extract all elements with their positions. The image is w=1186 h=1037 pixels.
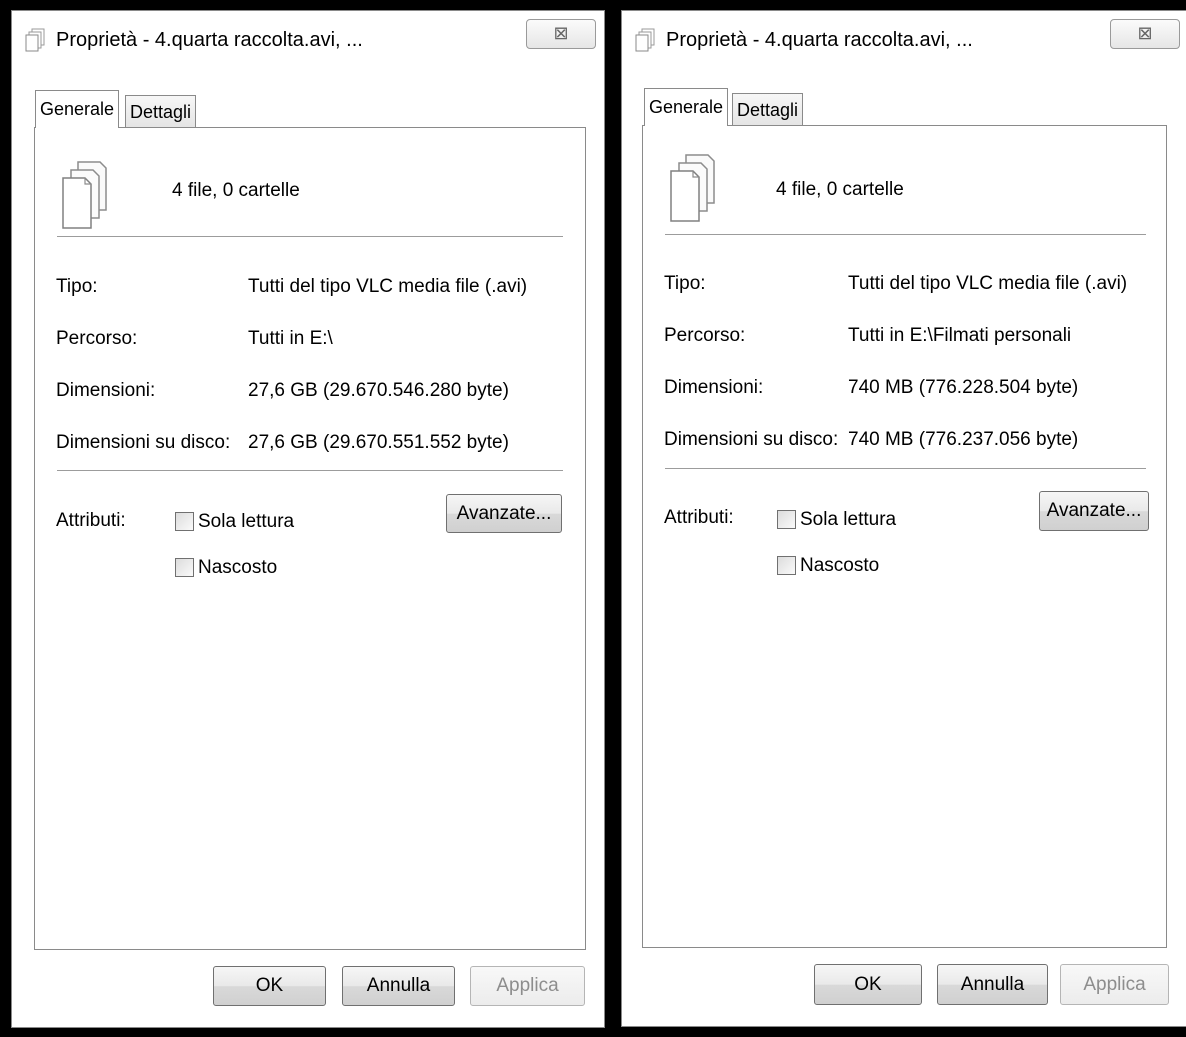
readonly-label[interactable]: Sola lettura	[800, 509, 896, 531]
readonly-checkbox[interactable]	[777, 510, 796, 529]
ok-button[interactable]: OK	[814, 964, 922, 1005]
apply-button[interactable]: Applica	[470, 966, 585, 1006]
multiple-files-icon	[670, 154, 715, 222]
hidden-checkbox[interactable]	[777, 556, 796, 575]
properties-dialog-1: Proprietà - 4.quarta raccolta.avi, ... ⊠…	[11, 10, 605, 1028]
value-type: Tutti del tipo VLC media file (.avi)	[248, 276, 528, 297]
separator	[57, 470, 563, 471]
close-icon: ⊠	[1137, 23, 1153, 43]
tab-generale[interactable]: Generale	[35, 90, 120, 128]
label-size: Dimensioni:	[56, 380, 156, 401]
label-attributes: Attributi:	[664, 507, 734, 528]
cancel-button[interactable]: Annulla	[342, 966, 455, 1006]
value-size-on-disk: 740 MB (776.237.056 byte)	[848, 429, 1079, 450]
label-path: Percorso:	[664, 325, 746, 346]
separator	[57, 236, 563, 237]
dialog-title: Proprietà - 4.quarta raccolta.avi, ...	[56, 29, 363, 51]
multiple-files-icon	[62, 161, 107, 229]
close-button[interactable]: ⊠	[526, 19, 596, 49]
general-tab-panel: 4 file, 0 cartelle Tipo: Tutti del tipo …	[34, 127, 586, 950]
label-type: Tipo:	[664, 273, 706, 294]
label-size-on-disk: Dimensioni su disco:	[664, 429, 839, 450]
value-path: Tutti in E:\	[248, 328, 333, 349]
value-type: Tutti del tipo VLC media file (.avi)	[848, 273, 1128, 294]
close-icon: ⊠	[553, 23, 569, 43]
label-attributes: Attributi:	[56, 510, 126, 531]
multiple-files-icon	[25, 28, 45, 52]
tab-generale[interactable]: Generale	[644, 88, 729, 126]
properties-dialog-2: Proprietà - 4.quarta raccolta.avi, ... ⊠…	[621, 10, 1186, 1027]
selection-summary: 4 file, 0 cartelle	[776, 179, 904, 200]
label-path: Percorso:	[56, 328, 138, 349]
readonly-checkbox[interactable]	[175, 512, 194, 531]
label-size: Dimensioni:	[664, 377, 764, 398]
value-size: 27,6 GB (29.670.546.280 byte)	[248, 380, 509, 401]
tab-dettagli[interactable]: Dettagli	[125, 95, 197, 128]
general-tab-panel: 4 file, 0 cartelle Tipo: Tutti del tipo …	[642, 125, 1167, 948]
value-size-on-disk: 27,6 GB (29.670.551.552 byte)	[248, 432, 509, 453]
tab-dettagli[interactable]: Dettagli	[732, 93, 804, 126]
separator	[665, 234, 1146, 235]
advanced-button[interactable]: Avanzate...	[446, 494, 562, 533]
label-size-on-disk: Dimensioni su disco:	[56, 432, 231, 453]
hidden-checkbox[interactable]	[175, 558, 194, 577]
title-bar: Proprietà - 4.quarta raccolta.avi, ... ⊠	[622, 11, 1186, 69]
ok-button[interactable]: OK	[213, 966, 326, 1006]
label-type: Tipo:	[56, 276, 98, 297]
multiple-files-icon	[635, 28, 655, 52]
hidden-label[interactable]: Nascosto	[800, 555, 879, 577]
value-path: Tutti in E:\Filmati personali	[848, 325, 1072, 346]
title-bar: Proprietà - 4.quarta raccolta.avi, ... ⊠	[12, 11, 604, 69]
apply-button[interactable]: Applica	[1060, 964, 1169, 1005]
separator	[665, 468, 1146, 469]
close-button[interactable]: ⊠	[1110, 19, 1180, 49]
hidden-label[interactable]: Nascosto	[198, 557, 277, 579]
cancel-button[interactable]: Annulla	[937, 964, 1048, 1005]
dialog-title: Proprietà - 4.quarta raccolta.avi, ...	[666, 29, 973, 51]
selection-summary: 4 file, 0 cartelle	[172, 180, 300, 201]
advanced-button[interactable]: Avanzate...	[1039, 491, 1149, 531]
value-size: 740 MB (776.228.504 byte)	[848, 377, 1079, 398]
readonly-label[interactable]: Sola lettura	[198, 511, 294, 533]
